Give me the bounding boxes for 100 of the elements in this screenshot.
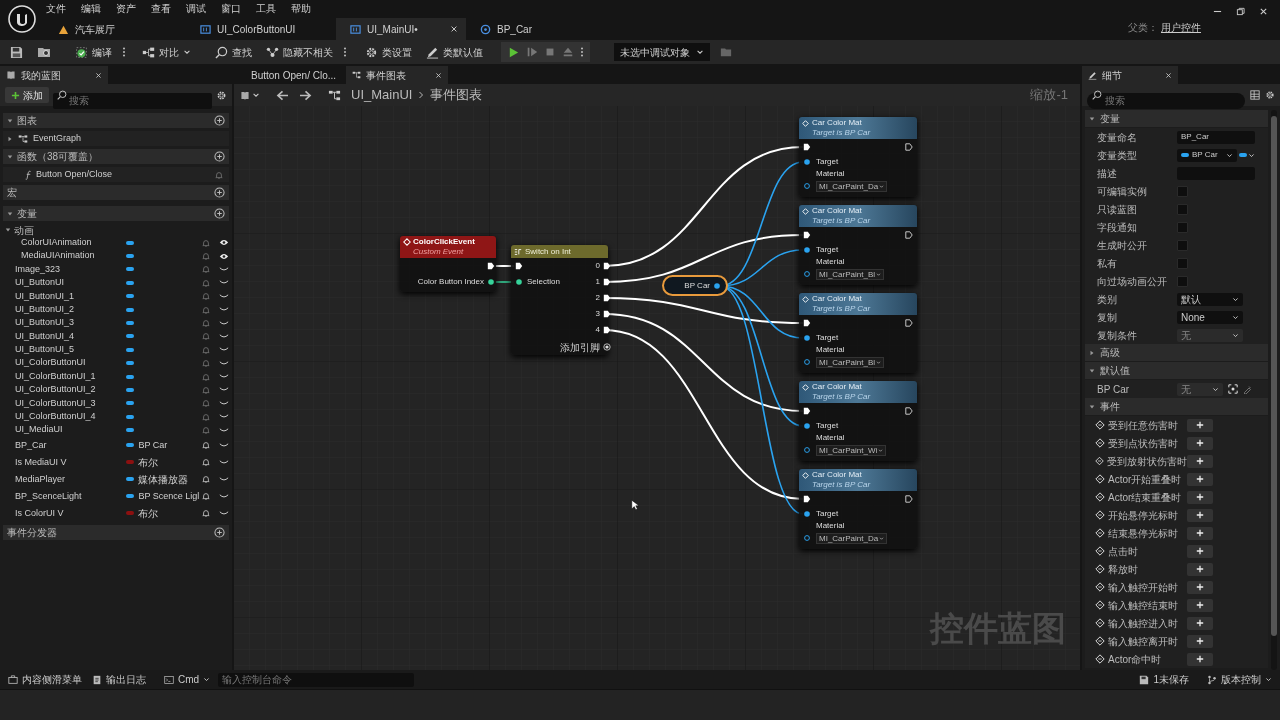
close-icon[interactable] <box>1165 71 1172 79</box>
checkbox[interactable] <box>1177 257 1188 269</box>
bell-icon[interactable] <box>202 509 211 518</box>
add-event-button[interactable] <box>1187 616 1213 630</box>
category-row[interactable]: 动画 <box>3 224 229 236</box>
add-event-button[interactable] <box>1187 490 1213 504</box>
exec-pin-icon[interactable] <box>905 407 913 415</box>
select-dropdown[interactable]: 默认 <box>1177 292 1243 306</box>
close-icon[interactable] <box>450 25 458 33</box>
variable-row[interactable]: UI_ColorButtonUI_3 <box>3 396 229 411</box>
add-event-button[interactable] <box>1187 580 1213 594</box>
checkbox[interactable] <box>1177 221 1188 233</box>
checkbox[interactable] <box>1177 275 1188 287</box>
collapse-arrow-icon[interactable] <box>7 117 13 124</box>
caret-icon[interactable] <box>252 91 260 99</box>
chevron-icon[interactable] <box>219 476 229 482</box>
add-icon[interactable] <box>214 526 225 538</box>
collapse-arrow-icon[interactable] <box>7 210 13 217</box>
add-event-button[interactable] <box>1187 418 1213 432</box>
add-event-button[interactable] <box>1187 562 1213 576</box>
restore-icon[interactable] <box>1236 7 1245 16</box>
variable-row[interactable]: UI_ColorButtonUI <box>3 356 229 370</box>
data-pin-icon[interactable] <box>515 278 523 286</box>
play-icon[interactable] <box>507 45 520 59</box>
data-pin-icon[interactable] <box>803 158 811 166</box>
bell-icon[interactable] <box>202 475 211 484</box>
add-button[interactable]: 添加 <box>5 87 49 103</box>
exec-pin-icon[interactable] <box>803 319 811 327</box>
exec-pin-icon[interactable] <box>602 326 611 334</box>
variable-row[interactable]: MediaPlayer 媒体播放器 <box>3 470 229 488</box>
menu-item[interactable]: 窗口 <box>221 1 241 16</box>
console-input[interactable]: 输入控制台命令 <box>218 672 415 687</box>
function-call-node[interactable]: Car Color Mat Target is BP Car Target Material MI_CarPaint_Da <box>799 469 917 549</box>
cmd-dropdown[interactable]: Cmd <box>162 672 213 687</box>
panel-tab[interactable]: 我的蓝图 <box>0 66 108 84</box>
close-icon[interactable] <box>435 71 442 79</box>
function-call-node[interactable]: Car Color Mat Target is BP Car Target Material MI_CarPaint_Wi <box>799 381 917 461</box>
switch-node[interactable]: Switch on Int Selection 0 1 2 3 4 添加引脚 <box>511 245 608 355</box>
data-pin-icon[interactable] <box>713 281 721 290</box>
bell-icon[interactable] <box>202 492 211 501</box>
text-field[interactable]: BP_Car <box>1177 130 1255 144</box>
type-dropdown[interactable]: BP Car <box>1177 148 1237 162</box>
exec-pin-icon[interactable] <box>602 278 611 286</box>
add-event-button[interactable] <box>1187 544 1213 558</box>
checkbox[interactable] <box>1177 185 1188 197</box>
expand-arrow-icon[interactable] <box>7 135 13 142</box>
more-icon[interactable] <box>343 46 347 58</box>
add-event-button[interactable] <box>1187 598 1213 612</box>
chevron-icon[interactable] <box>219 459 229 465</box>
exec-pin-icon[interactable] <box>803 495 811 503</box>
scrollbar-thumb[interactable] <box>1271 116 1277 636</box>
section-header[interactable]: 函数（38可覆盖） <box>3 149 229 164</box>
source-control-button[interactable]: 版本控制 <box>1205 672 1274 687</box>
save-icon[interactable] <box>10 45 23 59</box>
variable-row[interactable]: Is ColorUI V 布尔 <box>3 504 229 522</box>
debug-target-dropdown[interactable]: 未选中调试对象 <box>614 43 710 61</box>
add-event-button[interactable] <box>1187 454 1213 468</box>
exec-pin-icon[interactable] <box>803 407 811 415</box>
checkbox[interactable] <box>1177 203 1188 215</box>
variable-row[interactable]: MediaUIAnimation <box>3 249 229 263</box>
exec-pin-icon[interactable] <box>803 231 811 239</box>
variable-row[interactable]: UI_ButtonUI_1 <box>3 289 229 303</box>
forward-arrow-icon[interactable] <box>299 89 312 101</box>
variable-node[interactable]: BP Car <box>662 275 728 296</box>
find-button[interactable]: 查找 <box>211 42 256 62</box>
class-settings-button[interactable]: 类设置 <box>361 42 416 62</box>
eye-icon[interactable] <box>219 239 229 247</box>
variable-row[interactable]: Is MediaUI V 布尔 <box>3 453 229 471</box>
menu-item[interactable]: 工具 <box>256 1 276 16</box>
add-icon[interactable] <box>214 208 225 219</box>
material-dropdown[interactable]: MI_CarPaint_Da <box>816 180 888 192</box>
menu-item[interactable]: 调试 <box>186 1 206 16</box>
graph-list-item[interactable]: EventGraph <box>3 131 229 146</box>
breadcrumb-item[interactable]: 事件图表 <box>430 85 483 105</box>
data-pin-icon[interactable] <box>803 422 811 430</box>
add-icon[interactable] <box>214 187 225 198</box>
add-event-button[interactable] <box>1187 652 1213 666</box>
exec-pin-icon[interactable] <box>602 310 611 318</box>
output-log-button[interactable]: 输出日志 <box>90 672 148 687</box>
add-event-button[interactable] <box>1187 508 1213 522</box>
add-event-button[interactable] <box>1187 634 1213 648</box>
function-call-node[interactable]: Car Color Mat Target is BP Car Target Material MI_CarPaint_Da <box>799 117 917 197</box>
data-pin-icon[interactable] <box>803 182 811 190</box>
section-header[interactable]: 高级 <box>1085 344 1268 362</box>
more-icon[interactable] <box>122 46 126 58</box>
eyedropper-icon[interactable] <box>1243 384 1252 394</box>
data-pin-icon[interactable] <box>803 534 811 542</box>
exec-pin-icon[interactable] <box>487 262 495 270</box>
variable-row[interactable]: UI_ButtonUI_4 <box>3 329 229 344</box>
exec-pin-icon[interactable] <box>602 262 611 270</box>
variable-row[interactable]: UI_ColorButtonUI_1 <box>3 369 229 384</box>
data-pin-icon[interactable] <box>803 334 811 342</box>
compile-button[interactable]: 编译 <box>71 42 116 62</box>
container-type-dropdown[interactable] <box>1239 151 1255 159</box>
collapse-arrow-icon[interactable] <box>1089 367 1095 374</box>
panel-tab[interactable]: 细节 <box>1082 66 1178 84</box>
menu-item[interactable]: 帮助 <box>291 1 311 16</box>
chevron-icon[interactable] <box>219 493 229 499</box>
back-arrow-icon[interactable] <box>276 89 289 101</box>
close-icon[interactable] <box>95 71 102 79</box>
